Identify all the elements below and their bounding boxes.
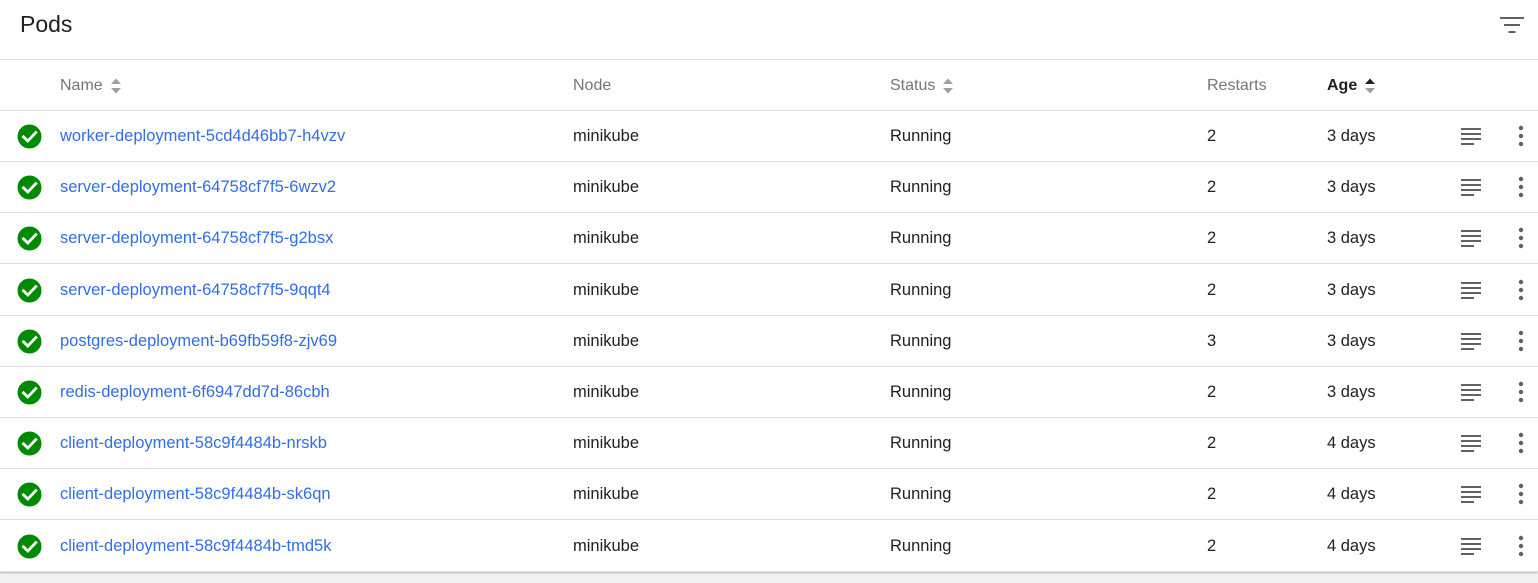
status-cell: Running (890, 280, 952, 299)
more-vert-icon[interactable] (1512, 431, 1530, 455)
node-cell: minikube (573, 536, 640, 555)
column-header-age[interactable]: Age (1327, 76, 1376, 96)
status-cell: Running (890, 383, 952, 401)
restarts-cell: 2 (1207, 280, 1217, 299)
status-cell: Running (890, 536, 952, 555)
age-cell: 4 days (1327, 536, 1376, 555)
age-cell: 3 days (1327, 280, 1376, 299)
logs-icon[interactable] (1460, 537, 1482, 555)
node-cell: minikube (573, 485, 640, 504)
logs-icon[interactable] (1460, 383, 1482, 401)
column-header-node: Node (573, 76, 611, 96)
age-cell: 4 days (1327, 485, 1376, 504)
column-header-name[interactable]: Name (60, 76, 122, 96)
column-header-status[interactable]: Status (890, 76, 954, 96)
logs-icon[interactable] (1460, 485, 1482, 504)
logs-icon[interactable] (1460, 434, 1482, 453)
card-header: Pods (0, 0, 1538, 60)
logs-icon[interactable] (1460, 127, 1482, 145)
table-row: postgres-deployment-b69fb59f8-zjv69 mini… (0, 316, 1538, 367)
pod-name-link[interactable]: server-deployment-64758cf7f5-9qqt4 (60, 280, 331, 300)
check-circle-icon (17, 534, 42, 559)
more-vert-icon[interactable] (1512, 329, 1530, 353)
node-cell: minikube (573, 434, 640, 453)
more-vert-icon[interactable] (1512, 226, 1530, 250)
pod-name-link[interactable]: client-deployment-58c9f4484b-sk6qn (60, 484, 331, 504)
table-row: redis-deployment-6f6947dd7d-86cbh miniku… (0, 367, 1538, 418)
column-header-restarts: Restarts (1207, 76, 1267, 96)
age-cell: 3 days (1327, 383, 1376, 401)
pod-name-link[interactable]: worker-deployment-5cd4d46bb7-h4vzv (60, 126, 345, 146)
pods-card: Pods Name Node Status Restarts Age worke… (0, 0, 1538, 572)
logs-icon[interactable] (1460, 332, 1482, 350)
node-cell: minikube (573, 229, 640, 248)
check-circle-icon (17, 380, 42, 405)
pod-name-link[interactable]: client-deployment-58c9f4484b-tmd5k (60, 536, 332, 556)
pod-name-link[interactable]: client-deployment-58c9f4484b-nrskb (60, 433, 327, 453)
restarts-cell: 3 (1207, 331, 1217, 350)
status-cell: Running (890, 127, 952, 145)
page-title: Pods (20, 11, 73, 37)
table-row: client-deployment-58c9f4484b-nrskb minik… (0, 418, 1538, 470)
table-row: server-deployment-64758cf7f5-6wzv2 minik… (0, 162, 1538, 214)
table-row: client-deployment-58c9f4484b-sk6qn minik… (0, 469, 1538, 521)
status-cell: Running (890, 229, 952, 248)
check-circle-icon (17, 124, 42, 149)
more-vert-icon[interactable] (1512, 278, 1530, 302)
age-cell: 3 days (1327, 229, 1376, 248)
table-row: server-deployment-64758cf7f5-g2bsx minik… (0, 213, 1538, 265)
check-circle-icon (17, 431, 42, 456)
age-cell: 4 days (1327, 434, 1376, 453)
more-vert-icon[interactable] (1512, 175, 1530, 199)
pod-name-link[interactable]: server-deployment-64758cf7f5-6wzv2 (60, 177, 336, 197)
pod-name-link[interactable]: server-deployment-64758cf7f5-g2bsx (60, 228, 333, 248)
restarts-cell: 2 (1207, 536, 1217, 555)
node-cell: minikube (573, 178, 640, 197)
filter-list-icon[interactable] (1496, 12, 1528, 38)
column-label-node: Node (573, 77, 612, 94)
age-cell: 3 days (1327, 127, 1376, 145)
age-cell: 3 days (1327, 331, 1376, 350)
status-cell: Running (890, 178, 952, 197)
more-vert-icon[interactable] (1512, 124, 1530, 148)
age-cell: 3 days (1327, 178, 1376, 197)
restarts-cell: 2 (1207, 485, 1217, 504)
sort-icon (110, 78, 121, 94)
table-header: Name Node Status Restarts Age (0, 60, 1538, 111)
logs-icon[interactable] (1460, 229, 1482, 248)
restarts-cell: 2 (1207, 178, 1217, 197)
restarts-cell: 2 (1207, 127, 1217, 145)
check-circle-icon (17, 482, 42, 507)
column-label-restarts: Restarts (1207, 77, 1267, 94)
pod-name-link[interactable]: redis-deployment-6f6947dd7d-86cbh (60, 382, 330, 402)
more-vert-icon[interactable] (1512, 482, 1530, 506)
check-circle-icon (17, 226, 42, 251)
node-cell: minikube (573, 127, 640, 145)
logs-icon[interactable] (1460, 281, 1482, 299)
table-row: worker-deployment-5cd4d46bb7-h4vzv minik… (0, 111, 1538, 162)
sort-ascending-icon (1365, 78, 1376, 94)
node-cell: minikube (573, 383, 640, 401)
node-cell: minikube (573, 331, 640, 350)
more-vert-icon[interactable] (1512, 380, 1530, 404)
logs-icon[interactable] (1460, 178, 1482, 197)
column-label-status: Status (890, 77, 936, 94)
column-label-name: Name (60, 77, 103, 94)
column-label-age: Age (1327, 77, 1358, 94)
restarts-cell: 2 (1207, 383, 1217, 401)
table-row: client-deployment-58c9f4484b-tmd5k minik… (0, 521, 1538, 572)
pod-name-link[interactable]: postgres-deployment-b69fb59f8-zjv69 (60, 331, 337, 351)
more-vert-icon[interactable] (1512, 534, 1530, 558)
check-circle-icon (17, 329, 42, 354)
check-circle-icon (17, 278, 42, 303)
restarts-cell: 2 (1207, 434, 1217, 453)
node-cell: minikube (573, 280, 640, 299)
check-circle-icon (17, 175, 42, 200)
status-cell: Running (890, 434, 952, 453)
table-row: server-deployment-64758cf7f5-9qqt4 minik… (0, 265, 1538, 316)
status-cell: Running (890, 331, 952, 350)
status-cell: Running (890, 485, 952, 504)
sort-icon (943, 78, 954, 94)
restarts-cell: 2 (1207, 229, 1217, 248)
